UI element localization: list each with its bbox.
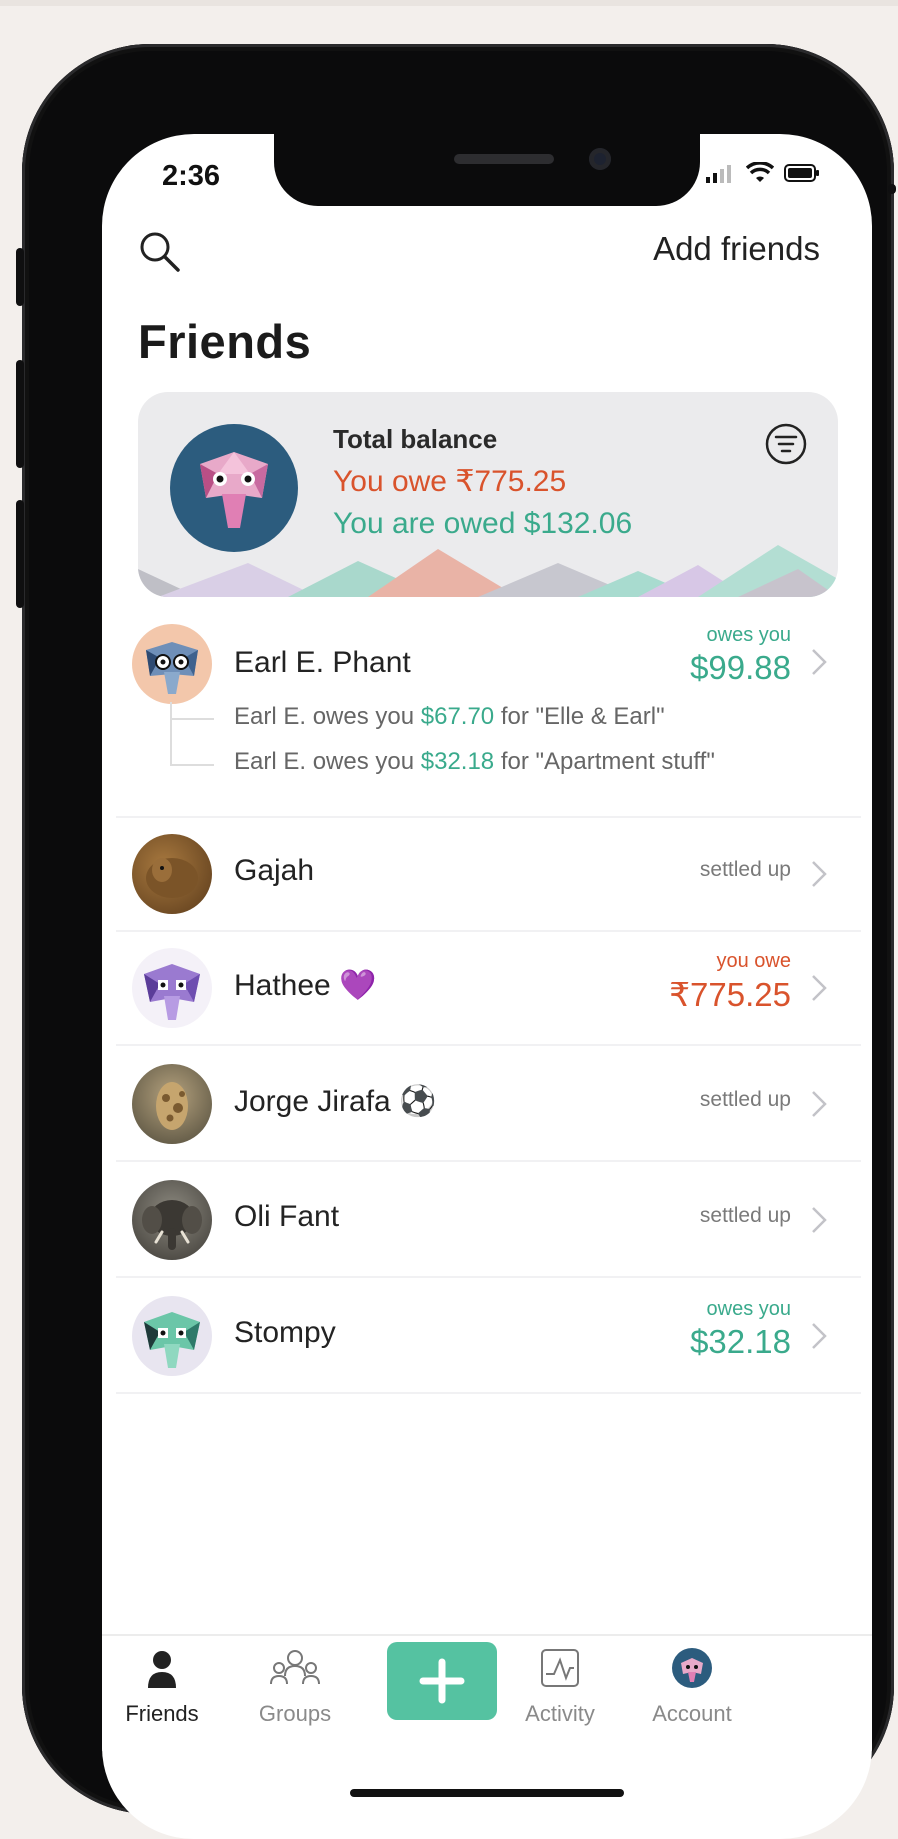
add-friends-link[interactable]: Add friends bbox=[653, 230, 820, 268]
elephant-photo-icon bbox=[142, 1200, 202, 1250]
status-icons bbox=[706, 162, 820, 184]
home-indicator[interactable] bbox=[350, 1789, 624, 1797]
elephant-avatar-icon bbox=[146, 642, 198, 694]
chevron-right-icon bbox=[812, 1091, 827, 1117]
account-avatar-icon bbox=[672, 1648, 712, 1688]
balance-status: owes you bbox=[706, 1298, 792, 1320]
elephant-photo-icon bbox=[146, 858, 198, 898]
detail-suffix: for "Apartment stuff" bbox=[494, 748, 715, 775]
friend-balance: you owe ₹775.25 bbox=[669, 950, 791, 1014]
friend-row-gajah[interactable]: Gajah settled up bbox=[116, 818, 861, 932]
you-owe-total: You owe ₹775.25 bbox=[333, 465, 567, 498]
person-icon bbox=[148, 1651, 176, 1688]
status-time: 2:36 bbox=[162, 160, 221, 192]
friend-balance: owes you $32.18 bbox=[690, 1298, 791, 1361]
tab-label: Activity bbox=[525, 1701, 595, 1726]
friend-name: Gajah bbox=[234, 854, 315, 887]
avatar bbox=[132, 624, 212, 704]
debt-detail: Earl E. owes you $32.18 for "Apartment s… bbox=[234, 748, 715, 776]
chevron-right-icon bbox=[812, 649, 827, 675]
friend-row-earl[interactable]: Earl E. Phant owes you $99.88 Earl E. ow… bbox=[116, 606, 861, 818]
elephant-avatar-icon bbox=[144, 1312, 200, 1368]
friend-balance: owes you $99.88 bbox=[690, 624, 791, 687]
chevron-right-icon bbox=[812, 1207, 827, 1233]
decorative-mountains bbox=[138, 545, 838, 597]
mute-switch bbox=[16, 248, 24, 306]
avatar bbox=[132, 1064, 212, 1144]
balance-status: settled up bbox=[699, 858, 791, 881]
search-icon[interactable] bbox=[138, 230, 182, 274]
page-title: Friends bbox=[138, 315, 312, 368]
balance-amount: ₹775.25 bbox=[669, 976, 791, 1013]
friend-name: Oli Fant bbox=[234, 1200, 340, 1233]
side-button bbox=[888, 184, 896, 194]
friend-name: Jorge Jirafa ⚽ bbox=[234, 1085, 437, 1118]
volume-down-button bbox=[16, 500, 24, 608]
front-camera bbox=[589, 148, 611, 170]
tab-activity[interactable]: Activity bbox=[500, 1646, 620, 1727]
tab-label: Groups bbox=[258, 1701, 332, 1726]
tab-groups[interactable]: Groups bbox=[235, 1646, 355, 1727]
balance-status: settled up bbox=[699, 1204, 791, 1227]
balance-status: settled up bbox=[699, 1088, 791, 1111]
detail-prefix: Earl E. owes you bbox=[234, 748, 421, 775]
friend-row-oli[interactable]: Oli Fant settled up bbox=[116, 1162, 861, 1278]
groups-icon bbox=[270, 1650, 320, 1685]
speaker bbox=[454, 154, 554, 164]
detail-amount: $32.18 bbox=[420, 748, 495, 775]
elephant-logo-icon bbox=[200, 452, 268, 528]
add-expense-button[interactable] bbox=[387, 1642, 497, 1720]
chevron-right-icon bbox=[812, 975, 827, 1001]
giraffe-photo-icon bbox=[156, 1082, 188, 1130]
elephant-avatar-icon bbox=[144, 964, 200, 1020]
signal-icon bbox=[706, 165, 731, 183]
phone-screen: 2:36 Add friends Friends Total balance Y… bbox=[102, 134, 872, 1839]
balance-status: you owe bbox=[716, 950, 792, 972]
volume-up-button bbox=[16, 360, 24, 468]
friend-row-stompy[interactable]: Stompy owes you $32.18 bbox=[116, 1278, 861, 1394]
wifi-icon bbox=[746, 162, 774, 182]
friend-row-jorge[interactable]: Jorge Jirafa ⚽ settled up bbox=[116, 1046, 861, 1162]
balance-amount: $99.88 bbox=[690, 649, 791, 686]
total-balance-card: Total balance You owe ₹775.25 You are ow… bbox=[138, 392, 838, 597]
tab-label: Account bbox=[652, 1701, 732, 1726]
friend-name: Stompy bbox=[234, 1316, 336, 1349]
avatar bbox=[132, 1296, 212, 1376]
battery-icon bbox=[784, 164, 819, 182]
activity-icon bbox=[541, 1649, 579, 1687]
avatar bbox=[132, 948, 212, 1028]
filter-icon[interactable] bbox=[764, 422, 808, 466]
total-balance-label: Total balance bbox=[333, 424, 498, 454]
tab-account[interactable]: Account bbox=[632, 1646, 752, 1727]
tab-bar: Friends Groups Activity Account bbox=[102, 1634, 872, 1751]
debt-detail: Earl E. owes you $67.70 for "Elle & Earl… bbox=[234, 703, 665, 731]
tab-label: Friends bbox=[125, 1701, 199, 1726]
chevron-right-icon bbox=[812, 1323, 827, 1349]
friend-name: Earl E. Phant bbox=[234, 646, 411, 679]
phone-frame: 2:36 Add friends Friends Total balance Y… bbox=[16, 44, 896, 1839]
friend-row-hathee[interactable]: Hathee 💜 you owe ₹775.25 bbox=[116, 932, 861, 1046]
tab-friends[interactable]: Friends bbox=[102, 1646, 222, 1727]
avatar bbox=[132, 834, 212, 914]
friend-name: Hathee 💜 bbox=[234, 969, 377, 1002]
balance-amount: $32.18 bbox=[690, 1323, 791, 1360]
you-are-owed-total: You are owed $132.06 bbox=[333, 507, 633, 540]
detail-amount: $67.70 bbox=[420, 703, 495, 730]
balance-status: owes you bbox=[706, 624, 792, 646]
plus-icon bbox=[419, 1658, 465, 1704]
top-band bbox=[0, 0, 898, 6]
notch bbox=[274, 134, 700, 206]
detail-suffix: for "Elle & Earl" bbox=[494, 703, 665, 730]
detail-prefix: Earl E. owes you bbox=[234, 703, 421, 730]
avatar bbox=[132, 1180, 212, 1260]
chevron-right-icon bbox=[812, 861, 827, 887]
user-avatar bbox=[170, 424, 298, 552]
tree-connector bbox=[170, 718, 214, 766]
